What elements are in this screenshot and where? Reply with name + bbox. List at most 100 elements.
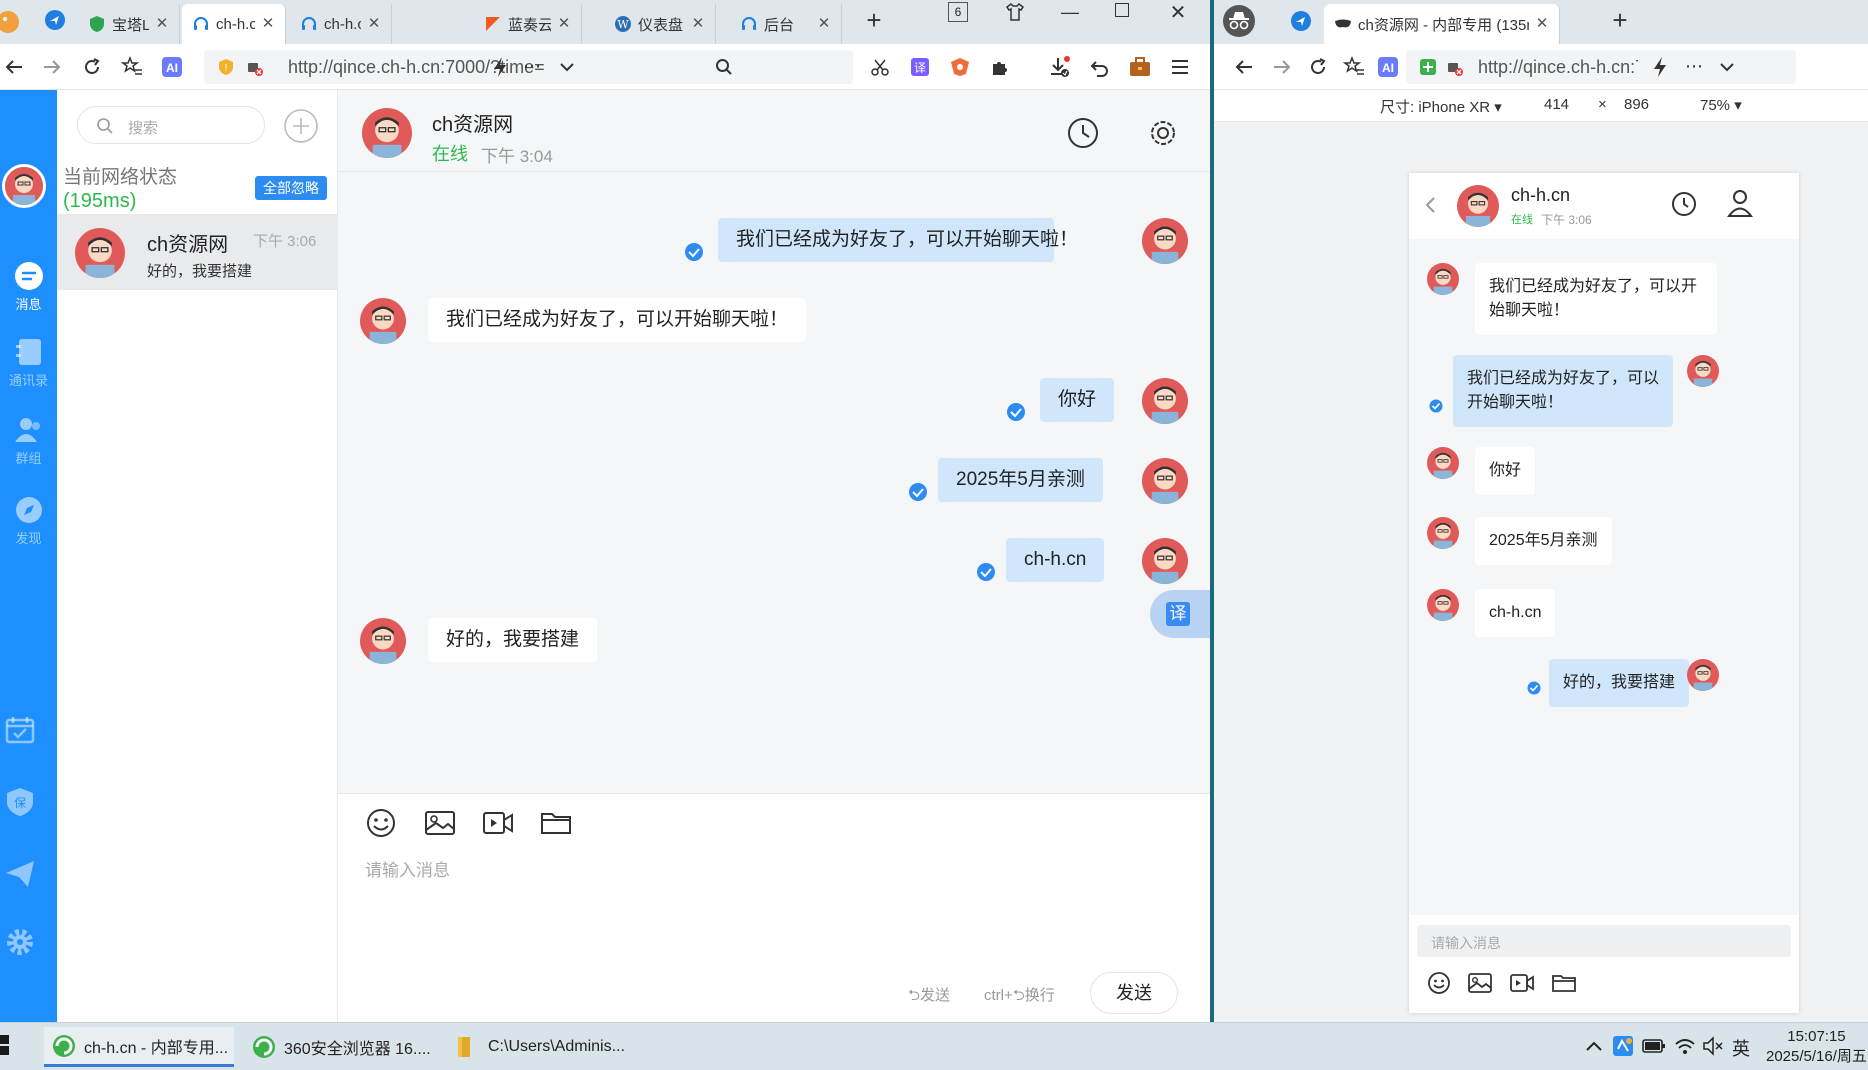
- contact-avatar[interactable]: [1427, 517, 1459, 549]
- minimize-button[interactable]: —: [1060, 2, 1080, 22]
- my-avatar[interactable]: [1687, 659, 1719, 691]
- ignore-all-button[interactable]: 全部忽略: [255, 176, 327, 200]
- search-box[interactable]: [705, 50, 853, 84]
- system-clock[interactable]: 15:07:15 2025/5/16/周五: [1766, 1027, 1867, 1067]
- search-input[interactable]: 搜索: [77, 106, 265, 144]
- more-icon[interactable]: ⋯: [1684, 56, 1704, 78]
- folder-icon[interactable]: [1551, 971, 1577, 995]
- device-height[interactable]: 896: [1624, 96, 1649, 113]
- message-bubble[interactable]: 2025年5月亲测: [938, 458, 1103, 502]
- security-shield-icon[interactable]: 保: [4, 786, 36, 818]
- contact-avatar[interactable]: [360, 618, 406, 664]
- blocked-camera-icon[interactable]: [246, 59, 264, 77]
- incognito-icon[interactable]: [1222, 4, 1256, 38]
- chevron-up-icon[interactable]: [1584, 1037, 1604, 1057]
- settings-gear-icon[interactable]: [1146, 116, 1180, 150]
- chevron-down-icon[interactable]: [558, 58, 576, 76]
- address-bar[interactable]: ! http://qince.ch-h.cn:7000/?time= ⋯: [204, 50, 714, 84]
- tab-dashboard[interactable]: W 仪表盘 ✕: [604, 4, 716, 44]
- close-icon[interactable]: ✕: [557, 16, 571, 31]
- message-bubble[interactable]: 2025年5月亲测: [1475, 517, 1612, 565]
- taskbar-item-browser-2[interactable]: 360安全浏览器 16....: [244, 1027, 434, 1067]
- contact-avatar[interactable]: [362, 108, 412, 158]
- contact-avatar[interactable]: [1427, 447, 1459, 479]
- wifi-icon[interactable]: [1674, 1035, 1696, 1057]
- new-tab-button[interactable]: +: [1608, 7, 1632, 33]
- message-bubble[interactable]: ch-h.cn: [1475, 589, 1556, 637]
- device-width[interactable]: 414: [1544, 96, 1569, 113]
- pin-icon[interactable]: [44, 9, 66, 31]
- forward-button[interactable]: [38, 53, 66, 81]
- pin-icon[interactable]: [1290, 10, 1312, 32]
- my-avatar[interactable]: [1142, 458, 1188, 504]
- gear-icon[interactable]: [4, 926, 36, 958]
- back-button[interactable]: [1230, 53, 1258, 81]
- lightning-icon[interactable]: [1650, 56, 1670, 78]
- message-input[interactable]: 请输入消息: [365, 856, 450, 881]
- contact-avatar[interactable]: [1427, 589, 1459, 621]
- game-icon[interactable]: [946, 53, 974, 81]
- tab-admin[interactable]: 后台 ✕: [730, 4, 842, 44]
- scissors-icon[interactable]: [866, 53, 894, 81]
- warning-shield-icon[interactable]: !: [218, 59, 234, 75]
- menu-icon[interactable]: [1166, 53, 1194, 81]
- maximize-button[interactable]: [1115, 3, 1129, 17]
- back-button[interactable]: [0, 53, 28, 81]
- translate-button[interactable]: 译: [1150, 590, 1210, 638]
- security-tray-icon[interactable]: [1612, 1035, 1634, 1057]
- sidebar-item-discover[interactable]: 发现: [0, 494, 57, 547]
- blocked-camera-icon[interactable]: [1446, 59, 1464, 77]
- sidebar-item-groups[interactable]: 群组: [0, 414, 57, 467]
- tab-baota[interactable]: 宝塔Lin ✕: [78, 4, 180, 44]
- zoom-select[interactable]: 75% ▾: [1700, 96, 1742, 114]
- folder-icon[interactable]: [540, 808, 572, 838]
- contact-avatar[interactable]: [1427, 263, 1459, 295]
- message-bubble[interactable]: 我们已经成为好友了，可以开始聊天啦！: [718, 218, 1078, 262]
- close-icon[interactable]: ✕: [691, 16, 705, 31]
- sidebar-item-contacts[interactable]: 通讯录: [0, 336, 57, 389]
- secure-plus-icon[interactable]: [1420, 59, 1436, 75]
- input-method-indicator[interactable]: 英: [1732, 1035, 1750, 1061]
- reload-button[interactable]: [78, 53, 106, 81]
- user-avatar[interactable]: [2, 164, 46, 208]
- contact-avatar[interactable]: [1457, 185, 1499, 227]
- add-icon[interactable]: [283, 108, 319, 144]
- conversation-item[interactable]: ch资源网 下午 3:06 好的，我要搭建: [57, 214, 338, 290]
- translate-icon[interactable]: 译: [906, 53, 934, 81]
- volume-muted-icon[interactable]: [1702, 1035, 1724, 1057]
- message-bubble[interactable]: 你好: [1475, 447, 1536, 495]
- chevron-left-icon[interactable]: [1423, 195, 1437, 215]
- message-bubble[interactable]: 好的，我要搭建: [428, 618, 598, 662]
- history-clock-icon[interactable]: [1671, 191, 1697, 217]
- my-avatar[interactable]: [1142, 538, 1188, 584]
- my-avatar[interactable]: [1687, 355, 1719, 387]
- favorites-icon[interactable]: [118, 53, 146, 81]
- tab-count-badge[interactable]: 6: [948, 2, 968, 22]
- message-bubble[interactable]: 你好: [1040, 378, 1115, 422]
- contact-avatar[interactable]: [360, 298, 406, 344]
- extensions-icon[interactable]: [986, 53, 1014, 81]
- briefcase-icon[interactable]: [1126, 53, 1154, 81]
- undo-icon[interactable]: [1086, 53, 1114, 81]
- close-icon[interactable]: ✕: [155, 16, 169, 31]
- message-bubble[interactable]: 我们已经成为好友了，可以开始聊天啦！: [1475, 263, 1717, 335]
- close-icon[interactable]: ✕: [367, 16, 381, 31]
- close-window-button[interactable]: ✕: [1168, 0, 1188, 24]
- history-clock-icon[interactable]: [1066, 116, 1100, 150]
- video-icon[interactable]: [482, 808, 514, 838]
- ai-icon[interactable]: AI: [158, 53, 186, 81]
- send-button[interactable]: 发送: [1090, 972, 1178, 1014]
- favorites-icon[interactable]: [1340, 53, 1368, 81]
- chevron-down-icon[interactable]: [1718, 58, 1736, 76]
- user-profile-icon[interactable]: [1727, 189, 1753, 217]
- emoji-icon[interactable]: [1427, 971, 1451, 995]
- my-avatar[interactable]: [1142, 218, 1188, 264]
- tab-ch[interactable]: ch-h.cn ✕: [290, 4, 392, 44]
- address-bar[interactable]: http://qince.ch-h.cn:70( ⋯: [1406, 50, 1796, 84]
- download-icon[interactable]: [1046, 53, 1074, 81]
- sidebar-item-messages[interactable]: 消息: [0, 260, 57, 313]
- message-bubble[interactable]: 我们已经成为好友了，可以开始聊天啦！: [1453, 355, 1673, 427]
- tab-lanzou[interactable]: 蓝奏云 ✕: [474, 4, 582, 44]
- lightning-icon[interactable]: [490, 56, 510, 78]
- tab-ch-active[interactable]: ch-h.cn ✕: [182, 4, 286, 44]
